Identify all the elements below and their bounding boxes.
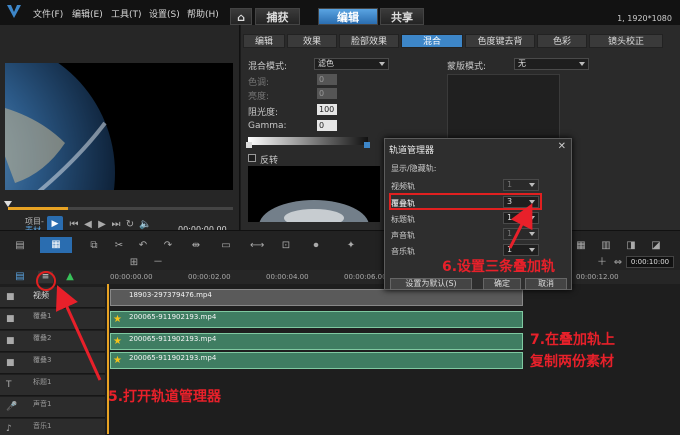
arrow-to-overlay-row <box>508 203 533 249</box>
annotation-step7-line2: 复制两份素材 <box>530 354 614 370</box>
arrow-to-track-manager <box>56 285 102 381</box>
annotation-step7-line1: 7.在叠加轨上 <box>530 332 616 348</box>
annotation-step5: 5.打开轨道管理器 <box>108 389 222 405</box>
annotation-step6: 6.设置三条叠加轨 <box>442 259 556 275</box>
